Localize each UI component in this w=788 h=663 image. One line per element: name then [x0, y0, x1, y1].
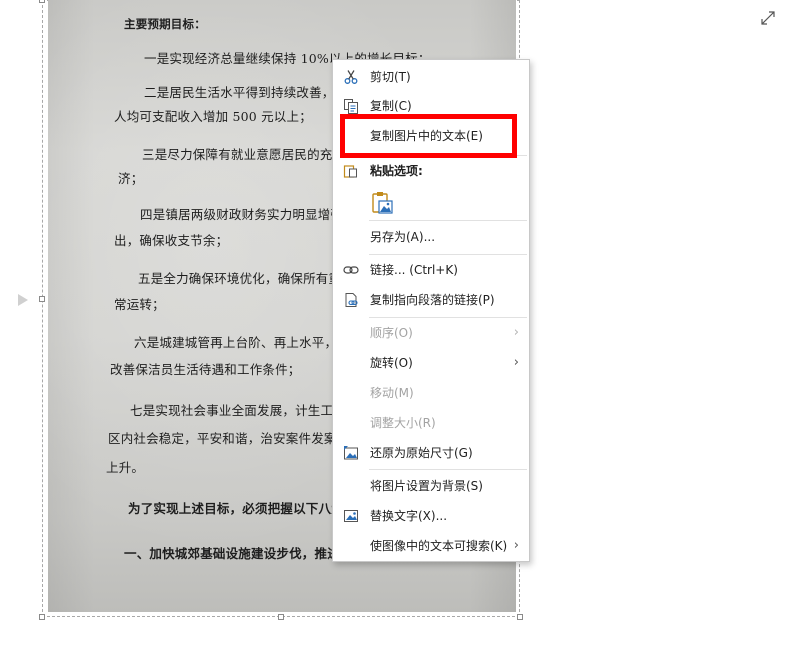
paragraph-link-icon — [345, 293, 358, 307]
menu-item-label: 剪切(T) — [370, 70, 411, 84]
expand-icon[interactable] — [760, 10, 776, 26]
menu-item-make-searchable[interactable]: 使图像中的文本可搜索(K) › — [333, 533, 529, 559]
doc-line: 改善保洁员生活待遇和工作条件； — [110, 362, 301, 377]
menu-item-alt-text[interactable]: 替换文字(X)... — [333, 503, 529, 529]
menu-item-set-as-background[interactable]: 将图片设置为背景(S) — [333, 473, 529, 499]
menu-item-move[interactable]: 移动(M) — [333, 380, 529, 406]
doc-line: 六是城建城管再上台阶、再上水平，继续 — [134, 335, 363, 350]
doc-line: 为了实现上述目标，必须把握以下八大 — [128, 501, 344, 516]
doc-line: 一、加快城郊基础设施建设步伐，推进 — [124, 546, 340, 561]
doc-line: 出，确保收支节余； — [114, 233, 229, 248]
menu-item-link[interactable]: 链接... (Ctrl+K) — [333, 257, 529, 283]
menu-item-label: 链接... (Ctrl+K) — [370, 263, 458, 277]
copy-icon — [344, 99, 358, 114]
menu-item-label: 复制指向段落的链接(P) — [370, 293, 495, 307]
menu-separator — [369, 469, 527, 470]
menu-item-label: 将图片设置为背景(S) — [370, 479, 483, 493]
menu-item-label: 调整大小(R) — [370, 416, 436, 430]
paste-picture-icon — [372, 192, 393, 214]
menu-item-rotate[interactable]: 旋转(O) › — [333, 350, 529, 376]
menu-item-label: 另存为(A)... — [370, 230, 436, 244]
menu-separator — [369, 220, 527, 221]
menu-item-paste-options: 粘贴选项: — [333, 158, 529, 184]
menu-separator — [369, 317, 527, 318]
paste-picture-button[interactable] — [370, 190, 394, 216]
chevron-right-icon: › — [513, 325, 519, 340]
menu-item-resize[interactable]: 调整大小(R) — [333, 410, 529, 436]
menu-item-copy-link-to-paragraph[interactable]: 复制指向段落的链接(P) — [333, 287, 529, 313]
resize-handle-top-left[interactable] — [39, 0, 45, 3]
chevron-right-icon: › — [513, 538, 519, 553]
doc-line: 济； — [118, 171, 144, 186]
resize-handle-bottom-left[interactable] — [39, 614, 45, 620]
menu-item-save-as[interactable]: 另存为(A)... — [333, 224, 529, 250]
menu-item-label: 使图像中的文本可搜索(K) — [370, 539, 508, 553]
menu-item-label: 还原为原始尺寸(G) — [370, 446, 473, 460]
doc-line: 主要预期目标： — [124, 17, 206, 31]
menu-item-cut[interactable]: 剪切(T) — [333, 64, 529, 90]
menu-item-reset-size[interactable]: 还原为原始尺寸(G) — [333, 440, 529, 466]
resize-handle-middle-left[interactable] — [39, 296, 45, 302]
doc-line: 上升。 — [106, 460, 145, 475]
menu-item-label: 粘贴选项: — [370, 164, 423, 178]
doc-line: 七是实现社会事业全面发展，计生工作 — [130, 403, 346, 418]
menu-separator — [369, 254, 527, 255]
resize-handle-bottom-right[interactable] — [517, 614, 523, 620]
menu-item-order[interactable]: 顺序(O) › — [333, 320, 529, 346]
chevron-right-icon: › — [513, 355, 519, 370]
doc-line: 区内社会稳定，平安和谐，治安案件发案率 — [108, 431, 350, 446]
menu-item-label: 顺序(O) — [370, 326, 413, 340]
scissors-icon — [344, 70, 358, 84]
menu-item-label: 旋转(O) — [370, 356, 413, 370]
resize-handle-bottom-middle[interactable] — [278, 614, 284, 620]
doc-line: 人均可支配收入增加 500 元以上； — [114, 109, 312, 124]
doc-line: 常运转； — [114, 297, 165, 312]
menu-item-label: 替换文字(X)... — [370, 509, 448, 523]
alt-text-icon — [344, 510, 358, 522]
anchor-marker — [18, 294, 28, 306]
clipboard-icon — [343, 165, 357, 178]
red-highlight-box — [340, 114, 517, 158]
link-icon — [343, 266, 359, 274]
menu-item-label: 移动(M) — [370, 386, 414, 400]
reset-picture-icon — [344, 446, 358, 460]
